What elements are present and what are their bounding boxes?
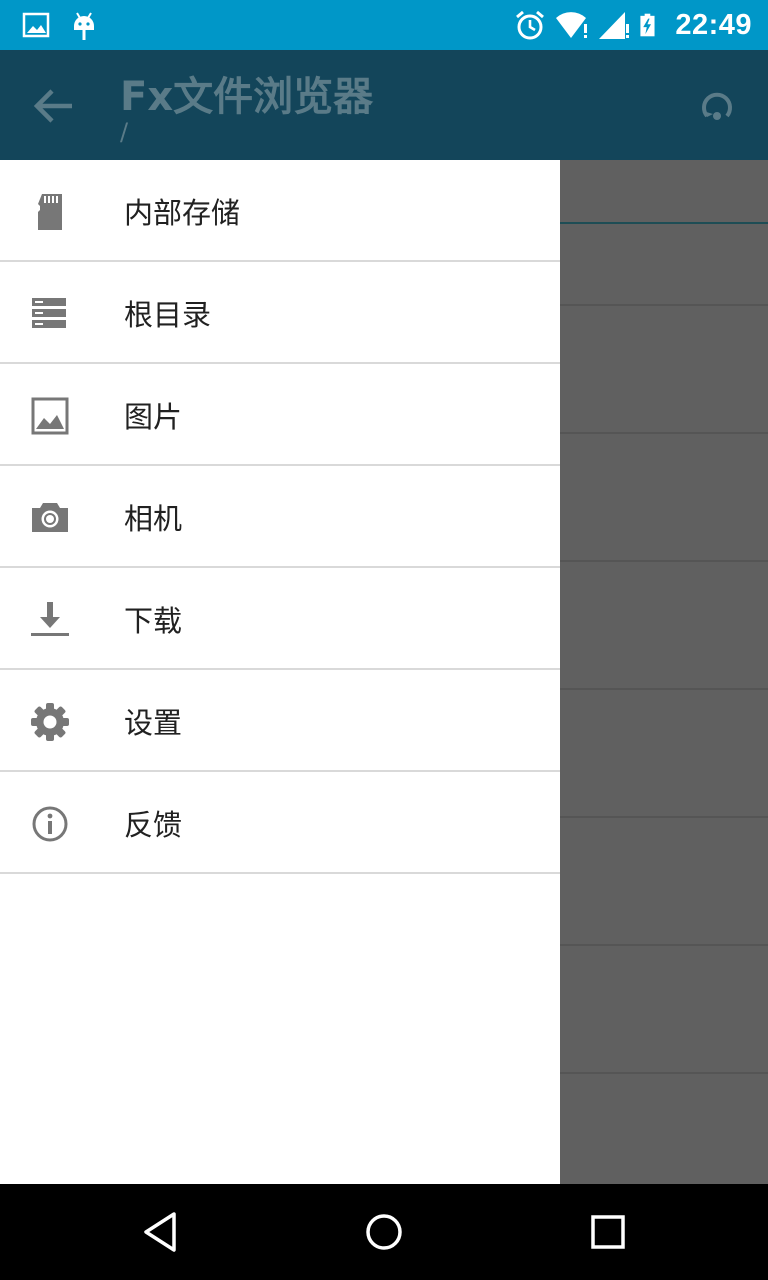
camera-icon bbox=[32, 503, 68, 532]
status-bar: 22:49 bbox=[0, 0, 768, 50]
drawer-item-label: 反馈 bbox=[124, 808, 183, 842]
image-notification-icon bbox=[22, 12, 50, 38]
list-row-divider bbox=[560, 816, 768, 818]
app-title: Fx文件浏览器 bbox=[120, 74, 374, 120]
drawer-item-feedback[interactable]: 反馈 bbox=[0, 772, 560, 874]
cell-signal-icon bbox=[599, 12, 630, 39]
arrow-back-icon[interactable] bbox=[26, 78, 82, 134]
download-icon bbox=[31, 602, 69, 636]
drawer-item-internal-storage[interactable]: 内部存储 bbox=[0, 160, 560, 262]
list-row-divider bbox=[560, 304, 768, 306]
list-header-divider bbox=[560, 222, 768, 224]
drawer-item-label: 下载 bbox=[124, 604, 183, 638]
battery-charging-icon bbox=[640, 13, 655, 37]
drawer-item-label: 图片 bbox=[124, 400, 183, 434]
info-icon bbox=[32, 806, 68, 842]
image-icon bbox=[31, 397, 69, 435]
drawer-item-camera[interactable]: 相机 bbox=[0, 466, 560, 568]
current-path: / bbox=[120, 118, 129, 146]
drawer-item-label: 内部存储 bbox=[124, 196, 241, 230]
app-bar: Fx文件浏览器 / bbox=[0, 50, 768, 160]
android-debug-icon bbox=[74, 12, 94, 40]
list-row-divider bbox=[560, 1072, 768, 1074]
status-bar-right: 22:49 bbox=[505, 0, 752, 50]
system-nav-bar bbox=[0, 1184, 768, 1280]
recents-square-icon[interactable] bbox=[584, 1208, 632, 1256]
home-circle-icon[interactable] bbox=[360, 1208, 408, 1256]
alarm-icon bbox=[516, 10, 545, 40]
drawer-item-downloads[interactable]: 下载 bbox=[0, 568, 560, 670]
sd-card-icon bbox=[38, 194, 62, 230]
drawer-item-label: 相机 bbox=[124, 502, 183, 536]
list-row-divider bbox=[560, 944, 768, 946]
drawer-item-pictures[interactable]: 图片 bbox=[0, 364, 560, 466]
screen: 22:49 Fx文件浏览器 / 内部存储 根目录 图片 相机 下载 设置 反馈 bbox=[0, 0, 768, 1280]
refresh-icon[interactable] bbox=[694, 82, 740, 128]
list-row-divider bbox=[560, 560, 768, 562]
status-time: 22:49 bbox=[675, 8, 752, 41]
drawer-item-settings[interactable]: 设置 bbox=[0, 670, 560, 772]
drawer-item-root[interactable]: 根目录 bbox=[0, 262, 560, 364]
settings-icon bbox=[31, 703, 69, 741]
list-row-divider bbox=[560, 432, 768, 434]
navigation-drawer: 内部存储 根目录 图片 相机 下载 设置 反馈 bbox=[0, 160, 560, 1184]
drawer-item-label: 设置 bbox=[124, 706, 183, 740]
storage-icon bbox=[32, 298, 66, 328]
drawer-item-label: 根目录 bbox=[124, 298, 212, 332]
back-triangle-icon[interactable] bbox=[138, 1208, 186, 1256]
list-row-divider bbox=[560, 688, 768, 690]
wifi-icon bbox=[556, 12, 588, 38]
